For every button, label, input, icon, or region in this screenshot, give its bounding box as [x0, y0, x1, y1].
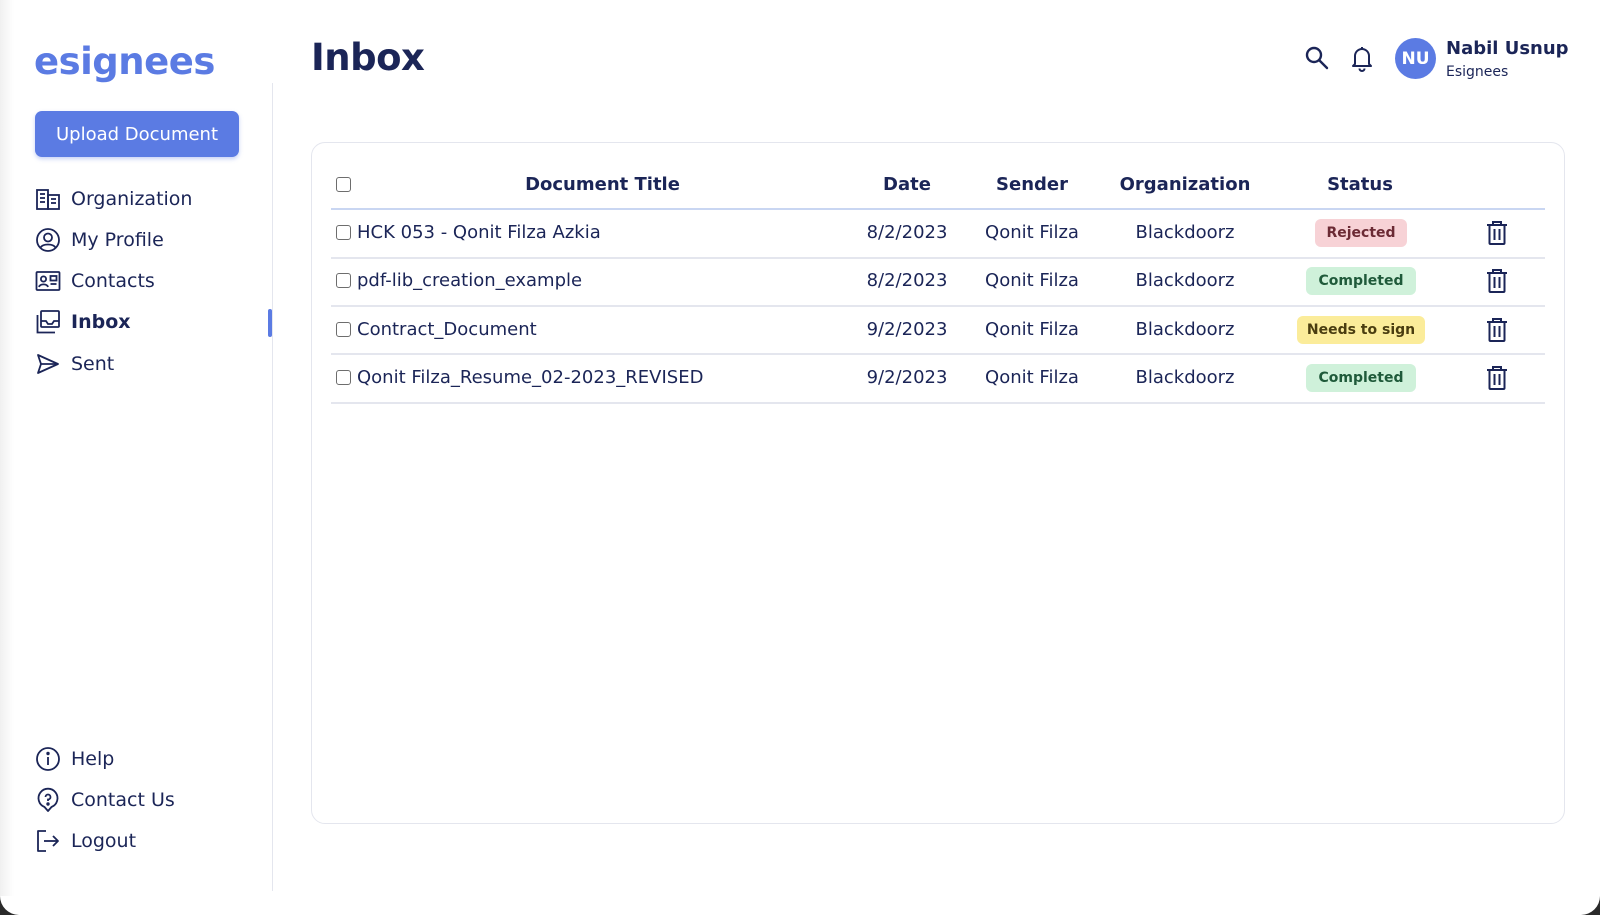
row-divider: [331, 257, 1545, 259]
trash-icon[interactable]: [1485, 268, 1509, 294]
sidebar-item-organization[interactable]: Organization: [35, 185, 192, 213]
sender-cell: Qonit Filza: [985, 319, 1079, 340]
column-header-document-title[interactable]: Document Title: [480, 174, 725, 195]
sidebar-item-label: Contact Us: [71, 789, 175, 811]
column-header-sender[interactable]: Sender: [972, 174, 1092, 195]
status-badge: Needs to sign: [1297, 316, 1425, 344]
select-all-checkbox[interactable]: [336, 177, 351, 192]
contacts-icon: [35, 268, 61, 294]
organization-cell: Blackdoorz: [1135, 367, 1235, 388]
organization-cell: Blackdoorz: [1135, 270, 1235, 291]
organization-icon: [35, 186, 61, 212]
row-divider: [331, 402, 1545, 404]
row-checkbox[interactable]: [336, 322, 351, 337]
column-header-status[interactable]: Status: [1305, 174, 1415, 195]
sidebar-item-my-profile[interactable]: My Profile: [35, 226, 164, 254]
search-icon[interactable]: [1303, 44, 1331, 72]
trash-icon[interactable]: [1485, 365, 1509, 391]
date-cell: 8/2/2023: [866, 270, 948, 291]
date-cell: 9/2/2023: [866, 319, 948, 340]
row-divider: [331, 353, 1545, 355]
sidebar-item-inbox[interactable]: Inbox: [35, 308, 131, 336]
sidebar-item-label: Help: [71, 748, 115, 770]
page-title: Inbox: [311, 36, 425, 79]
column-header-date[interactable]: Date: [857, 174, 957, 195]
inbox-icon: [35, 309, 61, 335]
date-cell: 9/2/2023: [866, 367, 948, 388]
status-badge: Completed: [1306, 267, 1416, 295]
trash-icon[interactable]: [1485, 317, 1509, 343]
bell-icon[interactable]: [1348, 44, 1376, 72]
sidebar-item-label: My Profile: [71, 229, 164, 251]
document-title-cell[interactable]: Contract_Document: [357, 319, 537, 340]
upload-document-button[interactable]: Upload Document: [35, 111, 239, 157]
row-checkbox[interactable]: [336, 273, 351, 288]
info-icon: [35, 746, 61, 772]
sidebar-item-label: Sent: [71, 353, 115, 375]
sender-cell: Qonit Filza: [985, 367, 1079, 388]
app-window: esignees Upload Document Organization My…: [0, 0, 1600, 915]
sidebar: esignees Upload Document Organization My…: [0, 0, 273, 895]
sidebar-item-label: Organization: [71, 188, 193, 210]
sidebar-item-help[interactable]: Help: [35, 745, 114, 773]
avatar[interactable]: NU: [1395, 38, 1436, 79]
support-icon: [35, 787, 61, 813]
sidebar-item-logout[interactable]: Logout: [35, 827, 136, 855]
user-organization: Esignees: [1446, 64, 1509, 80]
sender-cell: Qonit Filza: [985, 270, 1079, 291]
sender-cell: Qonit Filza: [985, 222, 1079, 243]
document-title-cell[interactable]: pdf-lib_creation_example: [357, 270, 582, 291]
sidebar-item-sent[interactable]: Sent: [35, 350, 114, 378]
sidebar-item-contact-us[interactable]: Contact Us: [35, 786, 175, 814]
sidebar-item-contacts[interactable]: Contacts: [35, 267, 155, 295]
row-checkbox[interactable]: [336, 370, 351, 385]
app-logo[interactable]: esignees: [34, 40, 215, 83]
table-header-divider: [331, 208, 1545, 210]
sidebar-item-label: Inbox: [71, 311, 131, 333]
status-badge: Completed: [1306, 364, 1416, 392]
active-nav-indicator: [268, 309, 272, 337]
organization-cell: Blackdoorz: [1135, 222, 1235, 243]
profile-icon: [35, 227, 61, 253]
date-cell: 8/2/2023: [866, 222, 948, 243]
sidebar-item-label: Contacts: [71, 270, 155, 292]
column-header-organization[interactable]: Organization: [1110, 174, 1260, 195]
sidebar-divider: [272, 83, 273, 891]
trash-icon[interactable]: [1485, 220, 1509, 246]
window-bottom-edge: [0, 896, 1600, 915]
send-icon: [35, 351, 61, 377]
user-name: Nabil Usnup: [1446, 38, 1569, 59]
status-badge: Rejected: [1315, 219, 1407, 247]
row-divider: [331, 305, 1545, 307]
logout-icon: [35, 828, 61, 854]
document-title-cell[interactable]: HCK 053 - Qonit Filza Azkia: [357, 222, 601, 243]
document-title-cell[interactable]: Qonit Filza_Resume_02-2023_REVISED: [357, 367, 703, 388]
organization-cell: Blackdoorz: [1135, 319, 1235, 340]
sidebar-item-label: Logout: [71, 830, 137, 852]
row-checkbox[interactable]: [336, 225, 351, 240]
